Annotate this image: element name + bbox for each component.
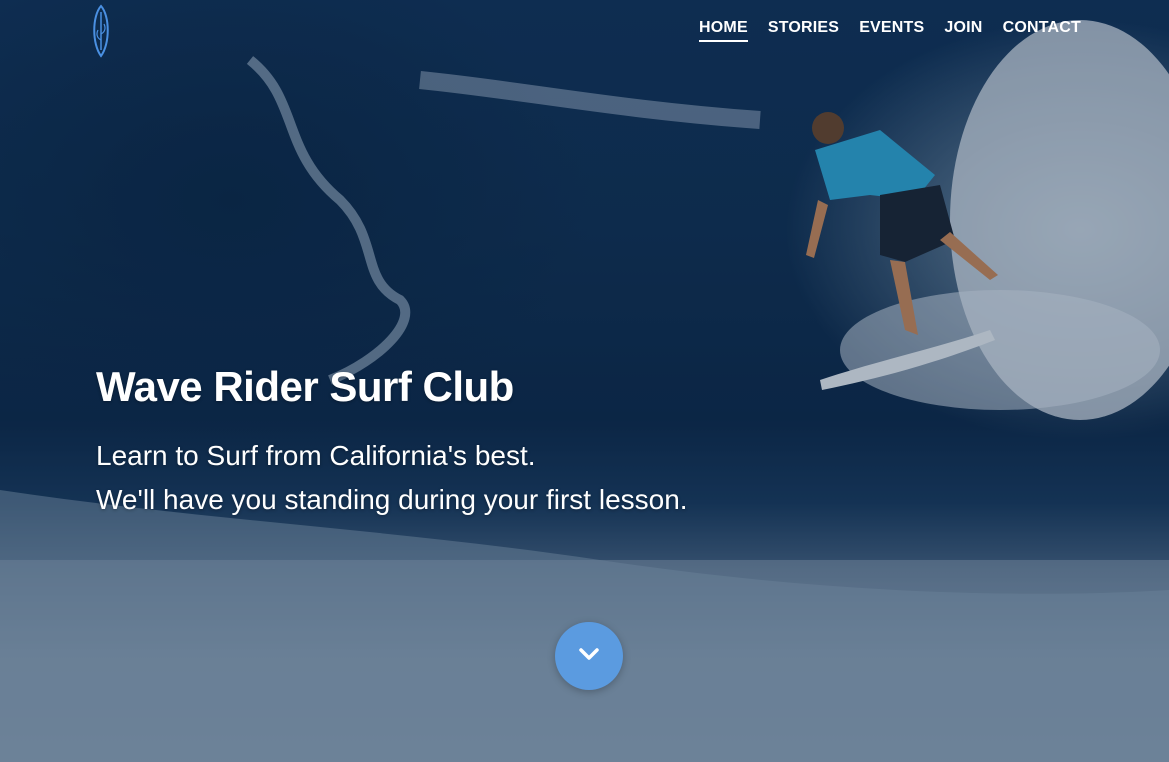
nav-links: HOME STORIES EVENTS JOIN CONTACT bbox=[699, 19, 1081, 42]
nav-link-events[interactable]: EVENTS bbox=[859, 19, 924, 42]
hero-section: HOME STORIES EVENTS JOIN CONTACT Wave Ri… bbox=[0, 0, 1169, 762]
hero-subtitle-line-1: Learn to Surf from California's best. bbox=[96, 440, 536, 471]
top-navigation: HOME STORIES EVENTS JOIN CONTACT bbox=[0, 0, 1169, 62]
scroll-down-button[interactable] bbox=[555, 622, 623, 690]
hero-subtitle-line-2: We'll have you standing during your firs… bbox=[96, 484, 688, 515]
hero-title: Wave Rider Surf Club bbox=[96, 363, 514, 410]
hero-subtitle: Learn to Surf from California's best. We… bbox=[96, 434, 896, 522]
surfboard-icon[interactable] bbox=[88, 4, 114, 58]
nav-link-home[interactable]: HOME bbox=[699, 19, 748, 42]
chevron-down-icon bbox=[578, 647, 600, 666]
nav-link-contact[interactable]: CONTACT bbox=[1003, 19, 1081, 42]
hero-text: Wave Rider Surf Club Learn to Surf from … bbox=[96, 362, 896, 522]
nav-link-stories[interactable]: STORIES bbox=[768, 19, 839, 42]
nav-link-join[interactable]: JOIN bbox=[944, 19, 982, 42]
